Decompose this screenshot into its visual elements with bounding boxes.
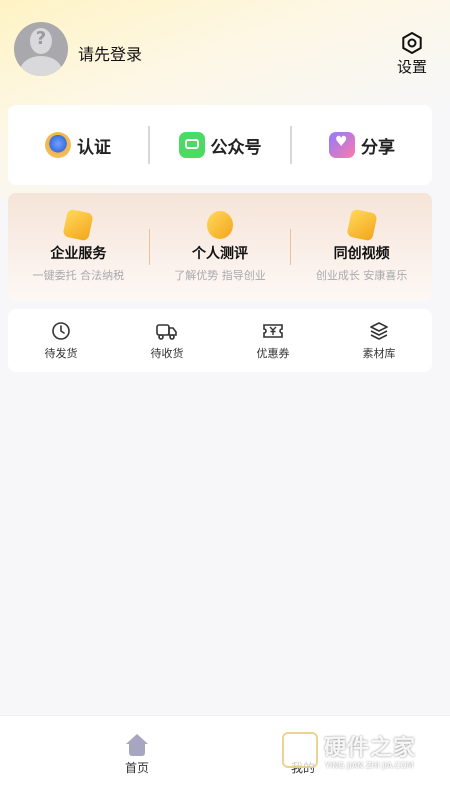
service-title: 企业服务 [50, 246, 107, 262]
login-prompt[interactable]: 请先登录 [78, 41, 142, 65]
truck-icon [156, 323, 177, 340]
certification-button[interactable]: 认证 [8, 132, 148, 158]
certification-label: 认证 [77, 137, 111, 158]
coupon-button[interactable]: 优惠券 [220, 321, 326, 361]
quick-actions-card: 认证 公众号 分享 [8, 105, 432, 185]
material-library-button[interactable]: 素材库 [326, 321, 432, 361]
avatar[interactable]: ? [14, 22, 68, 76]
watermark-logo-icon [282, 732, 318, 768]
service-subtitle: 了解优势 指导创业 [174, 269, 266, 282]
pending-receipt-button[interactable]: 待收货 [114, 321, 220, 361]
settings-label: 设置 [396, 58, 427, 76]
watermark-subtitle: YING JIAN ZHI JIA.COM [325, 761, 414, 770]
pending-shipment-label: 待发货 [44, 346, 78, 360]
settings-button[interactable]: 设置 [392, 32, 432, 76]
service-title: 同创视频 [333, 246, 390, 262]
pending-receipt-label: 待收货 [150, 346, 184, 360]
share-button[interactable]: 分享 [292, 132, 432, 158]
profile-header: ? 请先登录 设置 [0, 0, 450, 100]
question-mark-icon: ? [35, 28, 47, 49]
video-item[interactable]: 同创视频 创业成长 安康喜乐 [291, 208, 432, 283]
official-account-button[interactable]: 公众号 [150, 132, 290, 158]
gear-icon [402, 32, 422, 54]
enterprise-service-icon [62, 208, 94, 242]
tab-home-label: 首页 [124, 761, 149, 775]
enterprise-service-item[interactable]: 企业服务 一键委托 合法纳税 [8, 208, 149, 283]
services-card: 企业服务 一键委托 合法纳税 个人测评 了解优势 指导创业 同创视频 创业成长 … [8, 193, 432, 301]
personal-assessment-icon [207, 211, 233, 239]
watermark-title: 硬件之家 [324, 736, 417, 761]
share-icon [329, 132, 355, 158]
service-subtitle: 一键委托 合法纳税 [32, 269, 125, 282]
material-library-label: 素材库 [362, 346, 396, 360]
orders-card: 待发货 待收货 优惠券 素材库 [8, 309, 432, 372]
pending-shipment-button[interactable]: 待发货 [8, 321, 114, 361]
tab-home[interactable]: 首页 [97, 734, 177, 776]
clock-icon [52, 321, 70, 340]
wechat-official-account-icon [178, 132, 205, 158]
share-label: 分享 [361, 137, 395, 158]
certification-badge-icon [45, 132, 71, 158]
coupon-icon [263, 323, 283, 338]
home-icon [126, 734, 148, 756]
official-account-label: 公众号 [210, 137, 262, 158]
layers-icon [370, 321, 388, 340]
watermark: 硬件之家 YING JIAN ZHI JIA.COM [282, 730, 442, 776]
coupon-label: 优惠券 [256, 346, 290, 360]
personal-assessment-item[interactable]: 个人测评 了解优势 指导创业 [150, 211, 291, 283]
service-title: 个人测评 [192, 246, 248, 262]
service-subtitle: 创业成长 安康喜乐 [315, 269, 408, 282]
video-icon [346, 208, 378, 242]
